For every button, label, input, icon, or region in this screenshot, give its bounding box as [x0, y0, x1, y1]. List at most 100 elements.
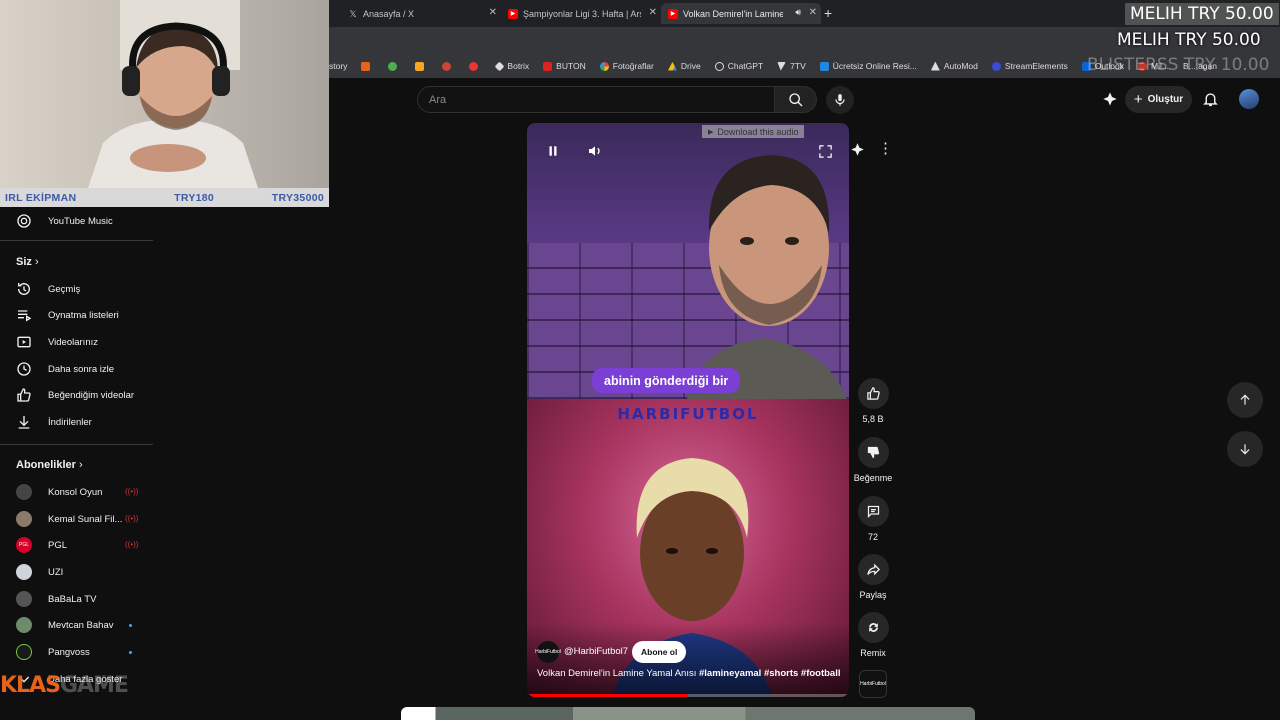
comment-icon	[857, 496, 889, 527]
gemini-icon[interactable]	[1102, 91, 1118, 112]
live-indicator-icon: ((•))	[125, 487, 139, 496]
irl-equipment-bar: IRL EKİPMAN TRY180 TRY35000	[0, 188, 329, 207]
sidebar-item-downloads[interactable]: İndirilenler	[16, 414, 92, 430]
sidebar-item-sub[interactable]: Pangvoss	[16, 644, 90, 660]
sidebar-item-sub[interactable]: BaBaLa TV	[16, 591, 96, 607]
thumbs-up-icon	[17, 388, 31, 402]
donation-alert: MELIH TRY 50.00	[1117, 30, 1261, 50]
bookmark-fotograflar[interactable]: Fotoğraflar	[599, 61, 654, 71]
playlist-icon	[18, 310, 32, 322]
next-video-preview[interactable]	[401, 707, 975, 720]
donation-alert: MELIH TRY 50.00	[1125, 3, 1279, 25]
pause-button[interactable]	[539, 137, 567, 165]
video-hashtags[interactable]: #lamineyamal #shorts #football	[699, 668, 841, 679]
video-caption: abinin gönderdiği bir	[592, 368, 741, 393]
next-video-button[interactable]	[1227, 431, 1263, 467]
volume-button[interactable]	[581, 137, 609, 165]
previous-video-button[interactable]	[1227, 382, 1263, 418]
sidebar-item-watch-later[interactable]: Daha sonra izle	[16, 361, 114, 377]
bookmark-icon-d[interactable]	[469, 61, 482, 71]
avatar	[16, 591, 32, 607]
channel-name[interactable]: @HarbiFutbol7	[564, 646, 628, 657]
gemini-icon[interactable]	[850, 142, 865, 162]
sidebar-item-youtube-music[interactable]: YouTube Music	[16, 213, 113, 229]
new-tab-button[interactable]: +	[824, 5, 832, 21]
bookmark-7tv[interactable]: 7TV	[777, 61, 806, 71]
bookmark-resim[interactable]: Ücretsiz Online Resi...	[819, 61, 917, 71]
sidebar-item-your-videos[interactable]: Videolarınız	[16, 334, 98, 350]
sidebar-you-header[interactable]: Siz ›	[16, 256, 39, 268]
more-options-icon[interactable]: ⋮	[878, 141, 893, 156]
bookmark-story[interactable]: story	[329, 61, 347, 71]
microphone-icon	[835, 94, 845, 106]
chevron-right-icon: ›	[78, 459, 83, 471]
create-button[interactable]: + Oluştur	[1125, 86, 1192, 113]
channel-avatar[interactable]: HarbiFutbol	[535, 641, 561, 663]
youtube-icon: ▶	[508, 9, 518, 19]
streamer-figure	[88, 22, 258, 188]
sidebar-item-history[interactable]: Geçmiş	[16, 281, 80, 297]
bookmark-icon-a[interactable]	[388, 61, 401, 71]
avatar	[16, 511, 32, 527]
search-button[interactable]	[775, 86, 817, 113]
download-audio-banner[interactable]: ▶ Download this audio	[702, 125, 805, 138]
pause-icon	[549, 146, 557, 156]
new-content-dot	[129, 651, 132, 654]
progress-bar[interactable]	[527, 694, 849, 697]
close-icon[interactable]: ✕	[649, 7, 657, 18]
close-icon[interactable]: ✕	[489, 7, 497, 18]
like-button[interactable]: 5,8 B	[852, 378, 894, 424]
speaker-icon[interactable]: 🔊︎	[795, 7, 801, 18]
youtube-icon: ▶	[668, 9, 678, 19]
tab-x[interactable]: 𝕏 Anasayfa / X ✕	[341, 3, 501, 24]
sidebar-item-sub[interactable]: PGL PGL	[16, 537, 67, 553]
avatar[interactable]	[1239, 89, 1259, 109]
channel-thumbnail[interactable]: HarbiFutbol	[859, 670, 887, 698]
video-title[interactable]: Volkan Demirel'in Lamine Yamal Anısı #la…	[537, 668, 841, 679]
divider	[0, 240, 153, 241]
voice-search-button[interactable]	[826, 86, 854, 114]
remix-icon	[857, 612, 889, 643]
clock-icon	[17, 362, 31, 376]
share-button[interactable]: Paylaş	[852, 554, 894, 600]
close-icon[interactable]: ✕	[809, 7, 817, 18]
bookmark-streamelements[interactable]: StreamElements	[991, 61, 1068, 71]
bookmark-icon-b[interactable]	[415, 61, 428, 71]
arrow-up-icon	[1240, 394, 1250, 405]
webcam-overlay	[0, 0, 329, 188]
thumbs-down-icon	[857, 437, 889, 468]
fullscreen-button[interactable]	[811, 137, 839, 165]
plus-icon: +	[1133, 91, 1143, 108]
sidebar-subscriptions-header[interactable]: Abonelikler ›	[16, 459, 83, 471]
tab-volkan[interactable]: ▶ Volkan Demirel'in Lamine Y 🔊︎ ✕	[661, 3, 821, 24]
sidebar-item-sub[interactable]: Konsol Oyun	[16, 484, 102, 500]
botrix-icon	[494, 61, 505, 71]
app-icon	[442, 61, 452, 71]
dislike-button[interactable]: Beğenme	[852, 437, 894, 483]
notifications-icon[interactable]	[1202, 90, 1219, 113]
bookmark-automod[interactable]: AutoMod	[930, 61, 978, 71]
shorts-video-player[interactable]: abinin gönderdiği bir HARBIFUTBOL ▶ Downl…	[527, 123, 849, 697]
app-icon	[388, 61, 398, 71]
new-content-dot	[129, 624, 132, 627]
bookmark-k[interactable]	[361, 61, 374, 71]
bookmark-buton[interactable]: BUTON	[543, 61, 586, 71]
sidebar-item-liked-videos[interactable]: Beğendiğim videolar	[16, 387, 134, 403]
brand-watermark: HARBIFUTBOL	[617, 405, 759, 423]
bookmark-chatgpt[interactable]: ChatGPT	[714, 61, 763, 71]
tab-sampiyonlar[interactable]: ▶ Şampiyonlar Ligi 3. Hafta | Arse ✕	[501, 3, 661, 24]
donation-alert: BLISTERSS TRY 10.00	[1087, 55, 1270, 75]
sidebar-item-sub[interactable]: Kemal Sunal Fil...	[16, 511, 122, 527]
remix-button[interactable]: Remix	[852, 612, 894, 658]
avatar	[16, 644, 32, 660]
bookmark-drive[interactable]: Drive	[667, 61, 701, 71]
bookmark-icon-c[interactable]	[442, 61, 455, 71]
comments-button[interactable]: 72	[852, 496, 894, 542]
sidebar-item-sub[interactable]: Mevtcan Bahav	[16, 617, 113, 633]
music-icon	[17, 214, 31, 228]
subscribe-button[interactable]: Abone ol	[632, 641, 687, 663]
bookmark-botrix[interactable]: Botrix	[494, 61, 529, 71]
sidebar-item-sub[interactable]: UZI	[16, 564, 63, 580]
sidebar-item-playlists[interactable]: Oynatma listeleri	[16, 307, 119, 323]
search-input[interactable]: Ara	[417, 86, 775, 113]
